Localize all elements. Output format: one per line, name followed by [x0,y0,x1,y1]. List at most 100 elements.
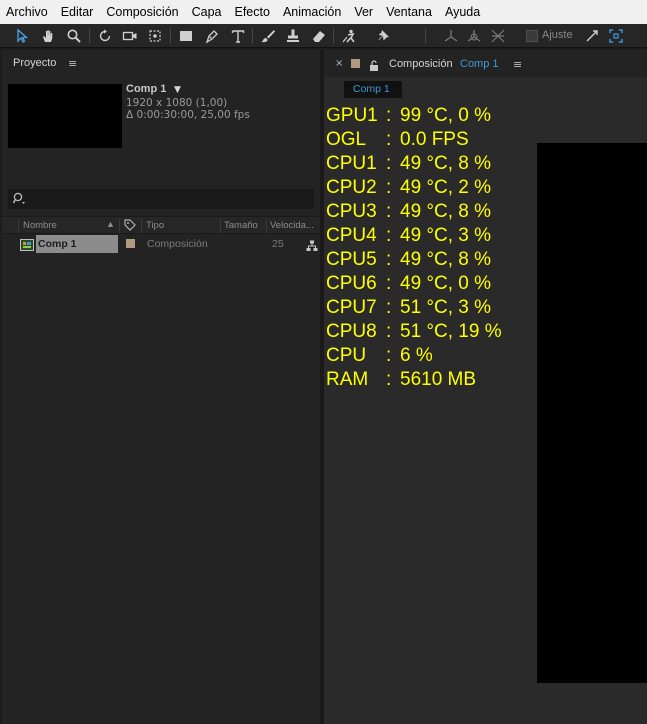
flowchart-icon[interactable] [306,237,318,256]
clone-stamp-tool-icon[interactable] [284,27,302,45]
panel-menu-icon[interactable]: ≡ [513,58,522,71]
rectangle-tool-icon[interactable] [177,27,195,45]
monitor-value: 49 °C, 8 % [400,249,492,270]
menu-ver[interactable]: Ver [354,5,373,19]
monitor-value: 51 °C, 19 % [400,321,502,342]
label-tag-icon[interactable] [124,219,136,234]
menu-editar[interactable]: Editar [61,5,94,19]
chevron-down-icon[interactable]: ▼ [174,85,181,95]
snap-checkbox[interactable] [526,30,538,42]
menu-archivo[interactable]: Archivo [6,5,48,19]
column-speed[interactable]: Velocida... [270,220,314,231]
monitor-colon: : [386,321,392,342]
view-axis-icon[interactable] [489,27,507,45]
monitor-label: OGL [326,129,367,150]
panel-menu-icon[interactable]: ≡ [68,57,77,70]
composition-panel-comp[interactable]: Comp 1 [460,58,499,70]
eraser-tool-icon[interactable] [310,27,328,45]
monitor-label: CPU6 [326,273,377,294]
monitor-label: RAM [326,369,369,390]
toolbar-separator [170,28,171,44]
comp-thumbnail [8,84,122,148]
monitor-colon: : [386,297,392,318]
sort-ascending-icon[interactable]: ▲ [106,219,115,229]
comp-label-swatch [351,59,360,68]
tab-comp-1[interactable]: Comp 1 [344,81,402,98]
monitor-colon: : [386,153,392,174]
selection-tool-icon[interactable] [13,27,31,45]
composition-panel: × Composición Comp 1 ≡ Comp 1 GPU1:99 °C… [324,50,647,724]
project-panel-header: Proyecto ≡ [2,50,320,76]
monitor-value: 49 °C, 0 % [400,273,492,294]
monitor-value: 99 °C, 0 % [400,105,492,126]
toolbar-separator [89,28,90,44]
close-icon[interactable]: × [335,58,343,69]
menu-composicion[interactable]: Composición [106,5,178,19]
monitor-colon: : [386,249,392,270]
composition-icon [20,237,34,256]
composition-viewer-canvas[interactable] [537,143,647,683]
monitor-colon: : [386,177,392,198]
menu-animacion[interactable]: Animación [283,5,341,19]
item-name[interactable]: Comp 1 [38,238,77,250]
monitor-value: 0.0 FPS [400,129,469,150]
composition-panel-header: × Composición Comp 1 ≡ [324,50,647,77]
monitor-value: 49 °C, 8 % [400,201,492,222]
column-separator [18,219,19,233]
monitor-colon: : [386,201,392,222]
monitor-label: CPU [326,345,367,366]
toolbar-separator [333,28,334,44]
snapping-icon[interactable] [583,27,601,45]
project-panel-title[interactable]: Proyecto [13,57,56,69]
monitor-colon: : [386,369,392,390]
item-type: Composición [147,238,208,250]
monitor-value: 5610 MB [400,369,477,390]
project-columns-header: Nombre ▲ Tipo Tamaño Velocida... [2,216,320,234]
comp-duration: Δ 0:00:30:00, 25,00 fps [126,109,250,121]
roto-brush-tool-icon[interactable] [341,27,359,45]
rotate-tool-icon[interactable] [96,27,114,45]
menu-ayuda[interactable]: Ayuda [445,5,480,19]
pan-behind-tool-icon[interactable] [146,27,164,45]
selected-item-name: Comp 1 [126,83,167,95]
monitor-value: 49 °C, 2 % [400,177,492,198]
monitor-value: 49 °C, 8 % [400,153,492,174]
column-type[interactable]: Tipo [146,220,164,231]
column-separator [220,219,221,233]
puppet-pin-tool-icon[interactable] [374,27,392,45]
camera-tool-icon[interactable] [121,27,139,45]
monitor-colon: : [386,129,392,150]
local-axis-icon[interactable] [442,27,460,45]
column-separator [141,219,142,233]
menu-capa[interactable]: Capa [192,5,222,19]
item-label-swatch[interactable] [126,239,135,248]
monitor-label: CPU5 [326,249,377,270]
brush-tool-icon[interactable] [259,27,277,45]
project-search-input[interactable] [8,189,314,209]
snapping-toggle-icon[interactable] [607,27,625,45]
monitor-label: CPU7 [326,297,377,318]
unlock-icon[interactable] [369,57,379,76]
menu-efecto[interactable]: Efecto [235,5,270,19]
tab-label: Comp 1 [353,83,390,95]
toolbar-separator [252,28,253,44]
monitor-colon: : [386,273,392,294]
project-item-row[interactable]: Comp 1 Composición 25 [2,235,320,253]
monitor-value: 49 °C, 3 % [400,225,492,246]
composition-panel-title[interactable]: Composición [389,58,453,70]
zoom-tool-icon[interactable] [65,27,83,45]
menu-ventana[interactable]: Ventana [386,5,432,19]
column-separator [266,219,267,233]
menu-bar: Archivo Editar Composición Capa Efecto A… [0,0,647,24]
hand-tool-icon[interactable] [39,27,57,45]
monitor-label: CPU4 [326,225,377,246]
column-size[interactable]: Tamaño [224,220,258,231]
world-axis-icon[interactable] [465,27,483,45]
monitor-colon: : [386,105,392,126]
type-tool-icon[interactable] [229,27,247,45]
pen-tool-icon[interactable] [203,27,221,45]
column-name[interactable]: Nombre [23,220,57,231]
monitor-colon: : [386,345,392,366]
comp-resolution: 1920 x 1080 (1,00) [126,97,228,109]
item-speed: 25 [272,238,284,250]
